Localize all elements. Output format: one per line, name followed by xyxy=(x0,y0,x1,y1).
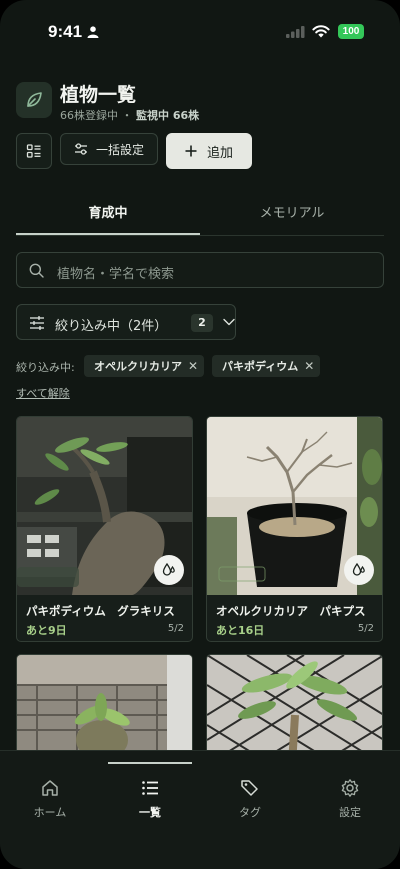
plant-card[interactable] xyxy=(206,654,383,764)
plant-card[interactable]: パキポディウム グラキリス あと9日 5/2 xyxy=(16,416,193,642)
view-toggle-button[interactable] xyxy=(16,133,52,169)
person-icon xyxy=(87,26,99,38)
page-title: 植物一覧 xyxy=(60,84,137,106)
watering-due: あと16日 xyxy=(216,624,265,637)
nav-settings[interactable]: 設定 xyxy=(315,778,385,820)
status-time: 9:41 xyxy=(48,22,83,41)
last-watered-date: 5/2 xyxy=(167,623,184,634)
nav-tags[interactable]: タグ xyxy=(215,778,285,820)
water-button[interactable] xyxy=(154,555,184,585)
sliders-icon xyxy=(74,143,87,155)
plant-photo xyxy=(17,655,192,763)
nav-settings-label: 設定 xyxy=(339,806,361,819)
wifi-icon xyxy=(312,25,330,38)
last-watered-date: 5/2 xyxy=(357,623,374,634)
close-icon[interactable]: ✕ xyxy=(304,359,314,373)
search-input[interactable]: 植物名・学名で検索 xyxy=(16,252,384,288)
nav-list-label: 一覧 xyxy=(139,806,161,819)
screen: 9:41 100 植物一覧 66株登録中 ・ 監視中 66株 一括設定 追加 育… xyxy=(0,0,400,869)
status-bar: 9:41 100 xyxy=(0,0,400,60)
tab-active-indicator xyxy=(16,233,200,235)
search-placeholder: 植物名・学名で検索 xyxy=(57,267,175,282)
nav-tags-label: タグ xyxy=(239,806,261,819)
tab-divider xyxy=(16,235,384,236)
gear-icon xyxy=(341,779,359,797)
nav-home[interactable]: ホーム xyxy=(15,778,85,820)
bulk-settings-label: 一括設定 xyxy=(95,142,144,157)
home-icon xyxy=(42,780,58,796)
water-button[interactable] xyxy=(344,555,374,585)
leaf-icon xyxy=(16,82,52,118)
registered-count: 66株登録中 xyxy=(60,109,118,122)
water-drop-icon xyxy=(352,562,365,576)
chip-label: オペルクリカリア xyxy=(94,360,182,373)
plant-card[interactable] xyxy=(16,654,193,764)
add-label: 追加 xyxy=(206,145,233,161)
filter-chip-operculicarya[interactable]: オペルクリカリア ✕ xyxy=(84,355,205,377)
list-icon xyxy=(142,781,158,795)
tab-growing[interactable]: 育成中 xyxy=(16,196,200,236)
chevron-down-icon xyxy=(223,318,235,326)
bulk-settings-button[interactable]: 一括設定 xyxy=(60,133,158,165)
plant-count-summary: 66株登録中 ・ 監視中 66株 xyxy=(60,107,199,123)
tags-icon xyxy=(241,780,258,796)
filter-sliders-icon xyxy=(30,316,44,330)
filter-dropdown[interactable]: 絞り込み中（2件） 2 xyxy=(16,304,236,340)
close-icon[interactable]: ✕ xyxy=(188,359,198,373)
plant-name: オペルクリカリア パキプス xyxy=(216,604,366,618)
chip-label: パキポディウム xyxy=(222,360,299,373)
nav-home-label: ホーム xyxy=(33,806,67,819)
nav-active-indicator xyxy=(108,762,192,764)
clear-all-filters-link[interactable]: すべて解除 xyxy=(16,385,70,401)
cellular-signal-icon xyxy=(286,26,305,38)
water-drop-icon xyxy=(162,562,175,576)
filter-label: 絞り込み中（2件） xyxy=(55,319,168,334)
grid-list-icon xyxy=(26,144,41,158)
separator: ・ xyxy=(121,109,133,122)
tab-memorial[interactable]: メモリアル xyxy=(200,196,384,236)
filter-count-badge: 2 xyxy=(191,314,213,332)
watering-due: あと9日 xyxy=(26,624,67,637)
plant-name: パキポディウム グラキリス xyxy=(26,604,175,618)
add-plant-button[interactable]: 追加 xyxy=(166,133,252,169)
filter-chip-pachypodium[interactable]: パキポディウム ✕ xyxy=(212,355,321,377)
nav-list[interactable]: 一覧 xyxy=(115,778,185,820)
active-filters-label: 絞り込み中: xyxy=(16,361,75,374)
search-icon xyxy=(29,263,44,278)
monitoring-count: 監視中 66株 xyxy=(136,109,200,122)
battery-indicator: 100 xyxy=(338,24,364,39)
plant-card[interactable]: オペルクリカリア パキプス あと16日 5/2 xyxy=(206,416,383,642)
plant-photo xyxy=(207,655,382,763)
plus-icon xyxy=(185,145,197,157)
